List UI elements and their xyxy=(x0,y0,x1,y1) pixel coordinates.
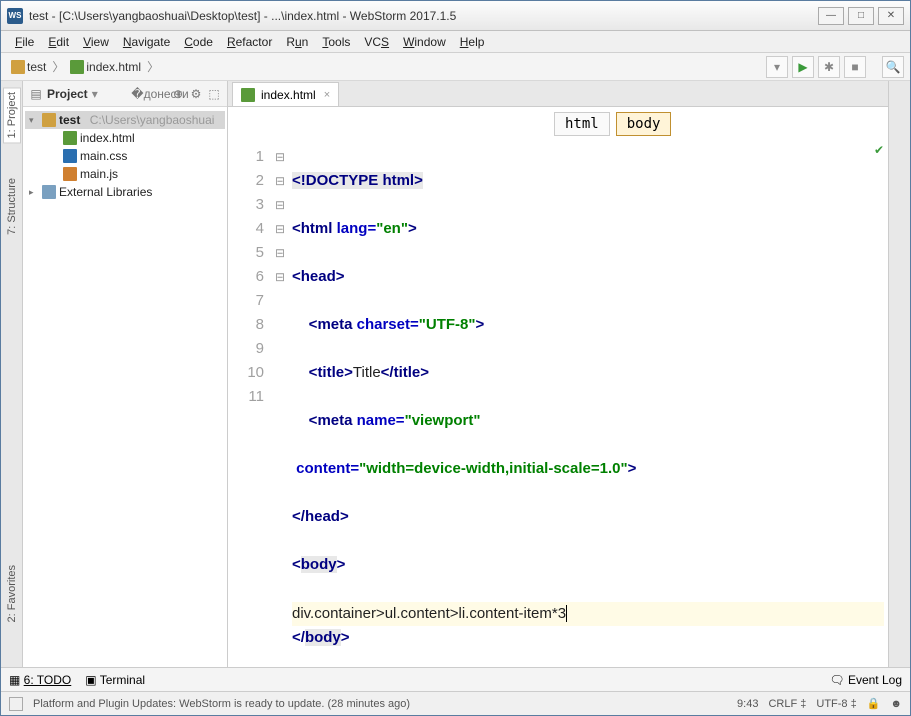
expand-icon[interactable]: ▸ xyxy=(29,187,39,198)
stop-button[interactable]: ■ xyxy=(844,56,866,78)
tree-label: main.js xyxy=(80,167,118,181)
css-icon xyxy=(63,149,77,163)
menu-window[interactable]: Window xyxy=(397,33,452,51)
tool-tab-todo[interactable]: ▦ 6: TODO xyxy=(9,673,71,687)
menu-view[interactable]: View xyxy=(77,33,115,51)
tree-path: C:\Users\yangbaoshuai xyxy=(90,113,215,127)
breadcrumb-label: test xyxy=(27,60,46,74)
status-line-sep[interactable]: CRLF ‡ xyxy=(768,698,806,710)
crumb-html[interactable]: html xyxy=(554,112,610,136)
menu-run[interactable]: Run xyxy=(280,33,314,51)
window: WS test - [C:\Users\yangbaoshuai\Desktop… xyxy=(0,0,911,716)
project-panel: ▤ Project ▾ �донести ⊕ ⚙ ⬚ ▾ test C:\Use… xyxy=(23,81,228,667)
text-caret xyxy=(566,605,567,622)
project-panel-title: Project xyxy=(47,87,88,101)
hide-icon[interactable]: ⬚ xyxy=(207,87,221,101)
breadcrumb-file[interactable]: index.html xyxy=(66,58,145,76)
fold-gutter[interactable]: ⊟⊟⊟⊟⊟⊟ xyxy=(272,141,288,667)
menu-code[interactable]: Code xyxy=(178,33,219,51)
main-body: 1: Project 7: Structure 2: Favorites ▤ P… xyxy=(1,81,910,667)
maximize-button[interactable]: □ xyxy=(848,7,874,25)
tree-root[interactable]: ▾ test C:\Users\yangbaoshuai xyxy=(25,111,225,129)
minimize-button[interactable]: — xyxy=(818,7,844,25)
library-icon xyxy=(42,185,56,199)
menu-edit[interactable]: Edit xyxy=(42,33,75,51)
right-gutter xyxy=(888,81,910,667)
app-icon: WS xyxy=(7,8,23,24)
titlebar[interactable]: WS test - [C:\Users\yangbaoshuai\Desktop… xyxy=(1,1,910,31)
navigation-bar: test 〉 index.html 〉 ▾ ▶ ✱ ■ 🔍 xyxy=(1,53,910,81)
tool-tab-favorites[interactable]: 2: Favorites xyxy=(3,560,21,627)
code-editor[interactable]: ✔ 1234567891011 ⊟⊟⊟⊟⊟⊟ <!DOCTYPE html> <… xyxy=(228,141,888,667)
tree-label: main.css xyxy=(80,149,127,163)
code-content[interactable]: <!DOCTYPE html> <html lang="en"> <head> … xyxy=(288,141,888,667)
inspection-ok-icon: ✔ xyxy=(874,143,884,157)
status-position[interactable]: 9:43 xyxy=(737,698,758,710)
html-icon xyxy=(63,131,77,145)
tool-tab-terminal[interactable]: ▣ Terminal xyxy=(85,673,145,687)
project-tree[interactable]: ▾ test C:\Users\yangbaoshuai index.html … xyxy=(23,107,227,667)
tool-tab-structure[interactable]: 7: Structure xyxy=(3,173,21,240)
gear-icon[interactable]: ⚙ xyxy=(189,87,203,101)
menu-file[interactable]: File xyxy=(9,33,40,51)
run-button[interactable]: ▶ xyxy=(792,56,814,78)
editor-tabbar: index.html × xyxy=(228,81,888,107)
project-panel-header: ▤ Project ▾ �донести ⊕ ⚙ ⬚ xyxy=(23,81,227,107)
html-breadcrumb: html body xyxy=(228,107,888,141)
status-icon[interactable] xyxy=(9,697,23,711)
bottom-toolbar: ▦ 6: TODO ▣ Terminal 🗨 Event Log xyxy=(1,667,910,691)
tree-label: test xyxy=(59,113,80,127)
menubar: File Edit View Navigate Code Refactor Ru… xyxy=(1,31,910,53)
crumb-body[interactable]: body xyxy=(616,112,672,136)
breadcrumb-sep: 〉 xyxy=(50,58,66,75)
tree-external[interactable]: ▸ External Libraries xyxy=(25,183,225,201)
tree-item[interactable]: index.html xyxy=(25,129,225,147)
tree-label: External Libraries xyxy=(59,185,152,199)
html-icon xyxy=(241,88,255,102)
locate-icon[interactable]: ⊕ xyxy=(171,87,185,101)
run-config-dropdown[interactable]: ▾ xyxy=(766,56,788,78)
editor-tab[interactable]: index.html × xyxy=(232,82,339,106)
tool-tab-project[interactable]: 1: Project xyxy=(3,87,21,143)
expand-icon[interactable]: ▾ xyxy=(29,115,39,126)
html-icon xyxy=(70,60,84,74)
tree-item[interactable]: main.js xyxy=(25,165,225,183)
collapse-icon[interactable]: �донести xyxy=(153,87,167,101)
folder-icon xyxy=(11,60,25,74)
tab-label: index.html xyxy=(261,88,316,102)
tree-label: index.html xyxy=(80,131,135,145)
breadcrumb-root[interactable]: test xyxy=(7,58,50,76)
folder-icon xyxy=(42,113,56,127)
left-gutter: 1: Project 7: Structure 2: Favorites xyxy=(1,81,23,667)
close-tab-icon[interactable]: × xyxy=(324,89,330,101)
search-button[interactable]: 🔍 xyxy=(882,56,904,78)
breadcrumb-sep: 〉 xyxy=(145,58,161,75)
status-encoding[interactable]: UTF-8 ‡ xyxy=(816,698,856,710)
hector-icon[interactable]: ☻ xyxy=(890,698,902,710)
close-button[interactable]: ✕ xyxy=(878,7,904,25)
breadcrumb-label: index.html xyxy=(86,60,141,74)
menu-vcs[interactable]: VCS xyxy=(358,33,395,51)
tree-item[interactable]: main.css xyxy=(25,147,225,165)
debug-button[interactable]: ✱ xyxy=(818,56,840,78)
statusbar: Platform and Plugin Updates: WebStorm is… xyxy=(1,691,910,715)
menu-tools[interactable]: Tools xyxy=(316,33,356,51)
window-title: test - [C:\Users\yangbaoshuai\Desktop\te… xyxy=(29,9,814,23)
js-icon xyxy=(63,167,77,181)
menu-help[interactable]: Help xyxy=(454,33,491,51)
tool-tab-eventlog[interactable]: 🗨 Event Log xyxy=(829,673,902,687)
status-message: Platform and Plugin Updates: WebStorm is… xyxy=(33,698,410,710)
menu-navigate[interactable]: Navigate xyxy=(117,33,176,51)
editor-area: index.html × html body ✔ 1234567891011 ⊟… xyxy=(228,81,888,667)
menu-refactor[interactable]: Refactor xyxy=(221,33,278,51)
project-icon: ▤ xyxy=(29,87,43,101)
lock-icon[interactable]: 🔒 xyxy=(867,697,881,710)
line-numbers: 1234567891011 xyxy=(228,141,272,667)
